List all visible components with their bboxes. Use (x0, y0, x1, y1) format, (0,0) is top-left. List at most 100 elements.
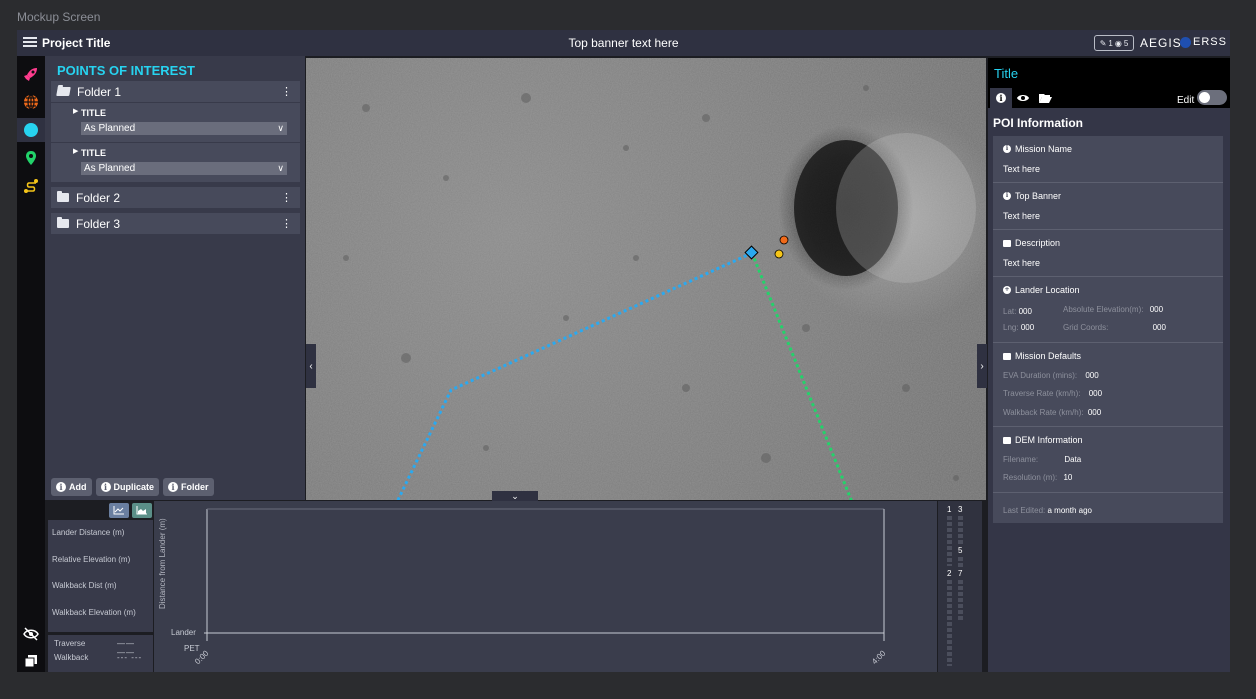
kebab-menu-icon[interactable]: ⋮ (281, 85, 292, 98)
map-pin-icon[interactable] (23, 150, 39, 166)
timeline-label: 3 (958, 505, 963, 514)
mission-name-value: Text here (1003, 164, 1041, 174)
layers-icon (1003, 352, 1011, 360)
profile-graph[interactable]: Distance from Lander (m) Lander PET 0:00… (154, 501, 937, 672)
timeline-bar[interactable] (958, 557, 963, 567)
info-icon: i (996, 93, 1006, 103)
area-chart-toggle[interactable] (132, 503, 152, 518)
metric-walkback-elevation[interactable]: Walkback Elevation (m) (52, 608, 136, 617)
open-folder-icon (56, 87, 71, 96)
poi-item-title: TITLE (81, 148, 106, 158)
folder-name: Folder 3 (76, 216, 121, 231)
lander-axis-label: Lander (171, 628, 196, 637)
eva-duration-field: EVA Duration (mins): 000 (1003, 371, 1099, 380)
tab-view[interactable] (1012, 88, 1034, 108)
chevron-down-icon: ∨ (277, 123, 284, 133)
kebab-menu-icon[interactable]: ⋮ (281, 191, 292, 204)
eye-icon: ◉ (1114, 38, 1122, 48)
poi-marker-yellow[interactable] (774, 249, 784, 259)
dem-information-section: DEM Information Filename: Data Resolutio… (993, 427, 1223, 493)
timeline-label: 5 (958, 546, 963, 555)
view-count: 5 (1123, 38, 1129, 48)
plus-circle-icon: + (1003, 286, 1011, 294)
legend-walkback-line: --- --- (117, 653, 143, 662)
status-select[interactable]: As Planned ∨ (81, 122, 287, 135)
timeline-bar[interactable] (958, 580, 963, 620)
pencil-icon: ✎ (1099, 38, 1107, 48)
mockup-label: Mockup Screen (17, 10, 101, 24)
globe-icon[interactable] (23, 94, 39, 110)
legend-traverse: Traverse (54, 639, 86, 648)
collapse-left-button[interactable]: ‹ (306, 344, 316, 388)
timeline-bar[interactable] (958, 516, 963, 544)
collapse-bottom-button[interactable]: ⌄ (492, 491, 538, 501)
add-button[interactable]: i Add (51, 478, 92, 496)
folder-1-header[interactable]: Folder 1 ⋮ (51, 81, 300, 102)
top-banner-section: i Top Banner Text here (993, 183, 1223, 230)
poi-circle-icon[interactable] (23, 122, 39, 138)
collapse-right-button[interactable]: › (977, 344, 987, 388)
edit-toggle[interactable] (1197, 90, 1227, 105)
menu-icon[interactable] (23, 35, 37, 49)
status-value: As Planned (84, 163, 136, 174)
section-label: Description (1015, 238, 1061, 248)
chevron-left-icon: ‹ (309, 360, 313, 372)
timeline-bar[interactable] (947, 516, 952, 566)
add-folder-button[interactable]: i Folder (163, 478, 214, 496)
hide-eye-icon[interactable] (23, 626, 39, 642)
folder-label: Folder (181, 482, 209, 492)
tab-files[interactable] (1034, 88, 1056, 108)
folder-2-header[interactable]: Folder 2 ⋮ (51, 187, 300, 208)
info-icon: i (168, 482, 179, 492)
poi-panel-title: POINTS OF INTEREST (57, 63, 195, 78)
status-select[interactable]: As Planned ∨ (81, 162, 287, 175)
graph-axes (204, 508, 885, 641)
timeline-label: 7 (958, 569, 963, 578)
info-icon: i (100, 482, 111, 492)
graph-controls: Lander Distance (m) Relative Elevation (… (45, 501, 154, 672)
metric-lander-distance[interactable]: Lander Distance (m) (52, 528, 124, 537)
x-axis-label: PET (184, 644, 200, 653)
top-bar: Project Title Top banner text here ✎ 1 ◉… (17, 30, 1230, 56)
lunar-map[interactable] (306, 58, 986, 500)
edit-view-counter[interactable]: ✎ 1 ◉ 5 (1094, 35, 1134, 51)
partner-logo: ERSS (1193, 36, 1227, 48)
section-label: Top Banner (1015, 191, 1062, 201)
metric-walkback-dist[interactable]: Walkback Dist (m) (52, 581, 117, 590)
section-label: DEM Information (1015, 435, 1083, 445)
timeline-strip[interactable]: 1 3 5 2 7 (938, 501, 982, 672)
eye-icon (1017, 95, 1029, 101)
caret-right-icon[interactable]: ▶ (73, 147, 78, 155)
folder-2[interactable]: Folder 2 ⋮ (51, 187, 300, 208)
list-item[interactable]: ▶ TITLE As Planned ∨ (51, 102, 300, 142)
duplicate-button[interactable]: i Duplicate (95, 478, 160, 496)
points-of-interest-panel: POINTS OF INTEREST Folder 1 ⋮ ▶ TITLE As… (45, 56, 305, 500)
info-icon: i (1003, 192, 1011, 200)
brand-logo: AEGIS (1140, 36, 1182, 50)
app-window: Project Title Top banner text here ✎ 1 ◉… (17, 30, 1230, 672)
tab-info[interactable]: i (990, 88, 1012, 108)
graph-legend: Traverse —— —— Walkback --- --- (48, 635, 153, 672)
info-icon: i (56, 482, 66, 492)
poi-marker-orange[interactable] (779, 235, 789, 245)
add-label: Add (69, 482, 87, 492)
folder-3-header[interactable]: Folder 3 ⋮ (51, 213, 300, 234)
nasa-logo-icon (1180, 37, 1191, 48)
route-icon[interactable] (23, 178, 39, 194)
lander-location-section: + Lander Location Lat: 000 Lng: 000 Absol… (993, 277, 1223, 343)
list-item[interactable]: ▶ TITLE As Planned ∨ (51, 142, 300, 182)
metric-relative-elevation[interactable]: Relative Elevation (m) (52, 555, 130, 564)
line-chart-icon (113, 506, 124, 515)
folder-3[interactable]: Folder 3 ⋮ (51, 213, 300, 234)
layers-icon[interactable] (23, 653, 39, 669)
timeline-bar[interactable] (947, 580, 952, 666)
line-chart-toggle[interactable] (109, 503, 129, 518)
rocket-icon[interactable] (23, 66, 39, 82)
lat-field: Lat: 000 (1003, 307, 1032, 316)
section-label: Lander Location (1015, 285, 1080, 295)
caret-right-icon[interactable]: ▶ (73, 107, 78, 115)
top-banner-text: Top banner text here (568, 36, 679, 50)
status-value: As Planned (84, 123, 136, 134)
kebab-menu-icon[interactable]: ⋮ (281, 217, 292, 230)
mission-defaults-section: Mission Defaults EVA Duration (mins): 00… (993, 343, 1223, 427)
